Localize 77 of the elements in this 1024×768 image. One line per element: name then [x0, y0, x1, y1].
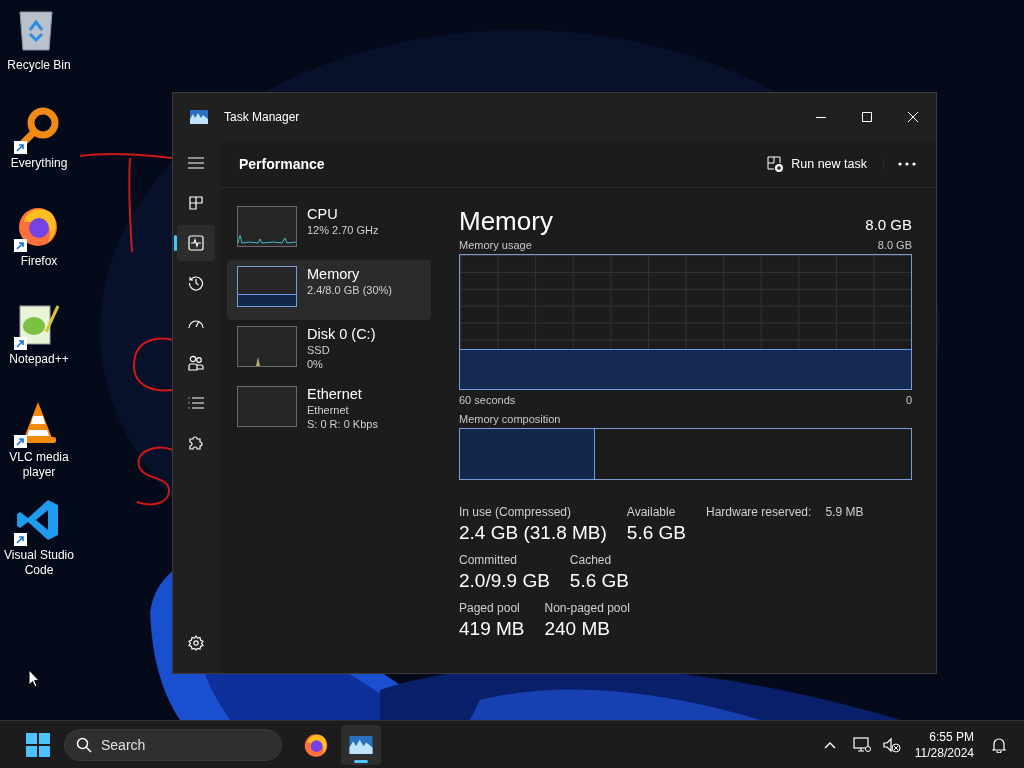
stat-label: Cached	[569, 552, 613, 568]
app-icon	[349, 735, 373, 754]
stat-label: Committed	[459, 552, 518, 568]
resource-detail: 2.4/8.0 GB (30%)	[307, 283, 392, 297]
stat-label: Available	[626, 504, 677, 520]
firefox-icon	[303, 731, 329, 758]
stat-value: 5.6 GB	[569, 569, 629, 593]
resource-detail: 12% 2.70 GHz	[307, 223, 379, 237]
settings-icon	[188, 635, 204, 651]
search-field[interactable]: Search	[64, 728, 282, 761]
resource-detail: S: 0 R: 0 Kbps	[307, 417, 378, 431]
stat-value: 240 MB	[544, 617, 611, 641]
stat-value: 2.4 GB (31.8 MB)	[459, 521, 607, 545]
app-icon	[190, 110, 208, 124]
close-icon	[908, 112, 918, 122]
icon-label[interactable]: Recycle Bin	[1, 58, 77, 73]
list-icon	[188, 397, 204, 409]
new-task-icon	[767, 156, 784, 172]
icon-label[interactable]: Everything	[1, 156, 77, 171]
resource-item[interactable]: Memory 2.4/8.0 GB (30%)	[227, 260, 431, 320]
users-icon	[188, 355, 204, 371]
resource-detail: Ethernet	[307, 403, 350, 417]
section-title: Memory	[459, 206, 553, 236]
menu-icon	[188, 157, 204, 169]
axis-label: 60 seconds	[459, 393, 516, 407]
window-title: Task Manager	[224, 109, 300, 126]
bell-icon	[992, 736, 1006, 753]
page-title: Performance	[239, 154, 325, 174]
maximize-icon	[862, 112, 872, 122]
pulse-chart-icon	[188, 235, 204, 251]
chevron-up-icon	[823, 740, 836, 749]
windows-logo-icon	[26, 732, 50, 757]
icon-label[interactable]: Notepad++	[1, 352, 77, 367]
stat-value: 5.9 MB	[825, 504, 864, 521]
stat-value: 2.0/9.9 GB	[459, 569, 550, 593]
stat-value: 419 MB	[459, 617, 525, 641]
usage-thumbnail	[237, 206, 297, 247]
resource-name: Memory	[307, 266, 361, 283]
mouse-pointer-icon	[28, 669, 40, 688]
resource-detail: 0%	[307, 357, 324, 371]
graph-label: Memory composition	[459, 412, 562, 426]
stat-label: Hardware reserved:	[706, 504, 812, 521]
history-icon	[188, 275, 204, 291]
stat-label: Paged pool	[459, 600, 521, 616]
usage-thumbnail	[237, 326, 297, 367]
total-memory: 8.0 GB	[865, 214, 912, 235]
stat-label: In use (Compressed)	[459, 504, 573, 520]
resource-detail: SSD	[307, 343, 331, 357]
clock-time: 6:55 PM	[928, 728, 974, 745]
nav-button[interactable]	[177, 225, 215, 261]
clock-date: 11/28/2024	[914, 744, 974, 761]
graph-label: Memory usage	[459, 238, 532, 252]
axis-label: 0	[905, 393, 912, 407]
puzzle-icon	[188, 435, 204, 451]
stat-label: Non-paged pool	[544, 600, 630, 616]
resource-name: CPU	[307, 206, 339, 223]
handwriting-mark	[131, 336, 174, 394]
run-new-task-button[interactable]: Run new task	[759, 150, 875, 178]
resource-item[interactable]: CPU 12% 2.70 GHz	[227, 200, 431, 260]
icon-label[interactable]: Visual Studio Code	[1, 548, 77, 578]
resource-item[interactable]: Disk 0 (C:) SSD 0%	[227, 320, 431, 380]
resource-item[interactable]: Ethernet Ethernet S: 0 R: 0 Kbps	[227, 380, 431, 440]
resource-name: Ethernet	[307, 386, 363, 403]
usage-thumbnail	[237, 386, 297, 427]
more-icon	[898, 162, 916, 166]
recycle-bin-icon	[16, 8, 56, 52]
clock[interactable]: 6:55 PM 11/28/2024	[914, 728, 974, 761]
usage-thumbnail	[237, 266, 297, 307]
graph-max: 8.0 GB	[877, 238, 912, 252]
icon-label[interactable]: Firefox	[1, 254, 77, 269]
stat-value: 5.6 GB	[626, 521, 686, 545]
task-manager-taskbar-button[interactable]	[341, 724, 381, 765]
notepad-icon	[16, 302, 60, 346]
grid-icon	[189, 196, 203, 210]
resource-name: Disk 0 (C:)	[307, 326, 376, 343]
code-editor-icon	[16, 498, 60, 542]
icon-label[interactable]: VLC media player	[1, 450, 77, 480]
